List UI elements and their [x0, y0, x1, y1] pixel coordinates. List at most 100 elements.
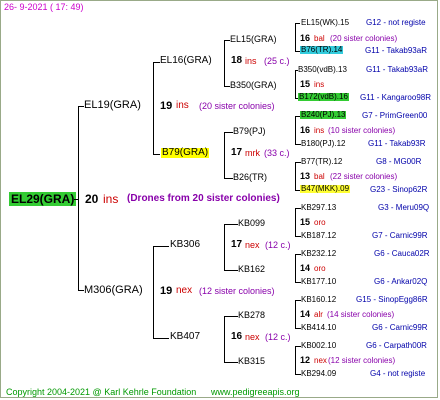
gen4-name[interactable]: KB414.10: [301, 324, 336, 332]
tree-connector: [224, 316, 238, 317]
gen3-count: 12: [300, 355, 311, 365]
gen4-info: G11 - Takab93aR: [365, 46, 427, 55]
tree-connector: [153, 338, 169, 339]
gen3-name[interactable]: KB162: [238, 265, 265, 274]
gen3-name[interactable]: KB315: [238, 357, 265, 366]
gen4-name[interactable]: B180(PJ).12: [301, 140, 345, 148]
tree-connector: [153, 246, 154, 338]
gen3-count: 15: [300, 217, 311, 227]
gen3-name[interactable]: KB099: [238, 219, 265, 228]
gen4-info: G11 - Kangaroo98R: [360, 93, 432, 102]
gen3-name[interactable]: B350(GRA): [230, 81, 277, 90]
tree-connector: [224, 132, 225, 178]
gen2-name[interactable]: KB407: [170, 332, 200, 342]
tree-connector: [224, 316, 225, 362]
gen4-name[interactable]: KB177.10: [301, 278, 336, 286]
tree-connector: [224, 362, 238, 363]
gen3-count: 14: [300, 309, 311, 319]
gen3-unit: oro: [314, 264, 326, 273]
gen3-note: (10 sister colonies): [328, 126, 396, 135]
tree-connector: [224, 86, 230, 87]
gen3-name[interactable]: B26(TR): [233, 173, 267, 182]
gen4-info: G12 - not registe: [366, 18, 426, 27]
gen4-name[interactable]: B77(TR).12: [301, 158, 342, 166]
gen4-name[interactable]: B47(MKK).09: [300, 185, 351, 193]
tree-connector: [295, 116, 300, 117]
gen4-info: G6 - Carnic99R: [372, 323, 428, 332]
gen3-count: 13: [300, 171, 311, 181]
tree-connector: [295, 236, 301, 237]
root-note: (Drones from 20 sister colonies): [127, 193, 280, 204]
tree-connector: [295, 346, 296, 374]
footer-website[interactable]: www.pedigreeapis.org: [211, 388, 300, 397]
gen3-unit: nex: [314, 356, 327, 365]
gen4-info: G6 - Carpath00R: [366, 341, 427, 350]
tree-connector: [295, 254, 296, 282]
tree-connector: [295, 144, 301, 145]
gen1-unit: nex: [176, 285, 193, 296]
tree-connector: [153, 62, 154, 154]
tree-connector: [78, 106, 84, 107]
gen4-name[interactable]: B76(TR).14: [300, 46, 344, 54]
tree-connector: [153, 246, 169, 247]
gen4-info: G11 - Takab93aR: [366, 65, 428, 74]
root-unit: ins: [103, 192, 119, 206]
gen2-note: (12 c.): [265, 240, 291, 250]
gen4-name[interactable]: KB232.12: [301, 250, 336, 258]
tree-connector: [295, 254, 301, 255]
gen2-note: (25 c.): [264, 56, 290, 66]
gen3-name[interactable]: B79(PJ): [233, 127, 266, 136]
pedigree-canvas: 26- 9-2021 ( 17: 49) EL29(GRA) 20 ins (D…: [0, 0, 440, 400]
gen2-count: 17: [231, 239, 243, 250]
gen4-name[interactable]: B350(vdB).13: [298, 66, 347, 74]
tree-connector: [224, 270, 238, 271]
gen4-info: G6 - Cauca02R: [374, 249, 430, 258]
gen3-unit: alr: [314, 310, 323, 319]
gen4-name[interactable]: B240(PJ).13: [300, 111, 347, 119]
gen2-count: 16: [231, 331, 243, 342]
gen4-name[interactable]: KB187.12: [301, 232, 336, 240]
gen4-info: G15 - SinopEgg86R: [356, 295, 428, 304]
gen4-info: G3 - Meru09Q: [378, 203, 430, 212]
header-date: 26- 9-2021 ( 17: 49): [4, 2, 84, 12]
gen2-name[interactable]: B79(GRA): [161, 148, 210, 158]
tree-connector: [295, 374, 301, 375]
gen3-unit: ins: [314, 80, 325, 89]
gen4-info: G7 - Carnic99R: [372, 231, 428, 240]
gen4-info: G11 - Takab93R: [368, 139, 426, 148]
gen4-name[interactable]: B172(vdB).16: [298, 93, 349, 101]
tree-connector: [224, 132, 233, 133]
tree-connector: [153, 154, 160, 155]
gen1-count: 19: [160, 285, 173, 297]
gen4-name[interactable]: KB294.09: [301, 370, 336, 378]
gen2-name[interactable]: KB306: [170, 240, 200, 250]
gen4-name[interactable]: KB160.12: [301, 296, 336, 304]
gen1-unit: ins: [176, 100, 189, 111]
gen1-name[interactable]: EL19(GRA): [84, 100, 141, 111]
tree-connector: [295, 300, 301, 301]
gen2-unit: mrk: [245, 148, 260, 158]
root-name[interactable]: EL29(GRA): [9, 192, 77, 206]
tree-connector: [295, 116, 296, 144]
gen4-name[interactable]: KB002.10: [301, 342, 336, 350]
gen3-count: 16: [300, 33, 311, 43]
tree-connector: [224, 178, 233, 179]
gen2-unit: nex: [245, 240, 260, 250]
gen3-count: 14: [300, 263, 311, 273]
tree-connector: [295, 70, 298, 71]
gen3-count: 15: [300, 79, 311, 89]
gen2-name[interactable]: EL16(GRA): [160, 56, 212, 66]
gen3-name[interactable]: KB278: [238, 311, 265, 320]
gen3-note: (22 sister colonies): [330, 172, 398, 181]
gen2-count: 17: [231, 147, 243, 158]
gen4-name[interactable]: EL15(WK).15: [301, 19, 349, 27]
tree-connector: [295, 300, 296, 328]
tree-connector: [74, 199, 79, 200]
tree-connector: [295, 70, 296, 98]
gen4-name[interactable]: KB297.13: [301, 204, 336, 212]
gen1-name[interactable]: M306(GRA): [84, 285, 143, 296]
gen1-note: (12 sister colonies): [199, 286, 275, 296]
gen3-name[interactable]: EL15(GRA): [230, 35, 277, 44]
gen4-info: G7 - PrimGreen00: [362, 111, 428, 120]
tree-connector: [295, 208, 301, 209]
